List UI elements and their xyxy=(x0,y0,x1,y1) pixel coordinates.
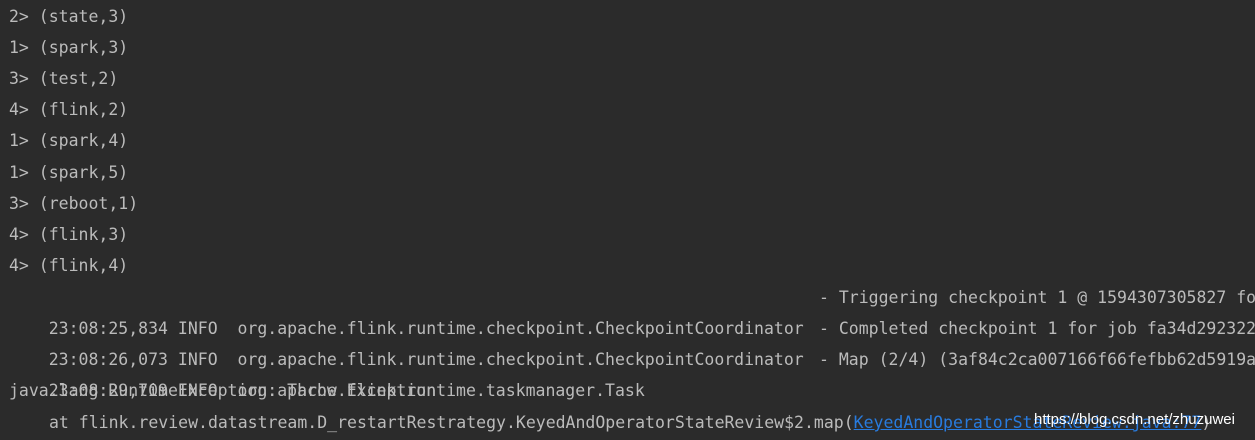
output-line: 3> (test,2) xyxy=(9,69,119,88)
log-message: - Map (2/4) (3af84c2ca007166f66fefbb62d5… xyxy=(819,350,1255,369)
output-line: 4> (flink,2) xyxy=(9,100,129,119)
watermark: https://blog.csdn.net/zhuzuwei xyxy=(1034,411,1235,428)
exception-line: java.lang.RuntimeException: Throw Except… xyxy=(9,381,437,400)
output-line: 1> (spark,3) xyxy=(9,38,129,57)
output-line: 2> (state,3) xyxy=(9,7,129,26)
output-line: 4> (flink,4) xyxy=(9,256,129,275)
stack-frame-text: at flink.review.datastream.D_restartRest… xyxy=(49,413,854,432)
output-line: 3> (reboot,1) xyxy=(9,194,139,213)
log-message: - Completed checkpoint 1 for job fa34d29… xyxy=(819,319,1255,338)
output-line: 1> (spark,5) xyxy=(9,163,129,182)
log-message: - Triggering checkpoint 1 @ 159430730582… xyxy=(819,288,1255,307)
log-line: 23:08:25,834 INFO org.apache.flink.runti… xyxy=(9,282,1255,338)
output-line: 1> (spark,4) xyxy=(9,131,129,150)
output-line: 4> (flink,3) xyxy=(9,225,129,244)
console-output: 2> (state,3) 1> (spark,3) 3> (test,2) 4>… xyxy=(0,0,1255,440)
log-line: 23:08:26,073 INFO org.apache.flink.runti… xyxy=(9,313,1255,369)
log-line: 23:08:29,709 INFO org.apache.flink.runti… xyxy=(9,344,1255,400)
